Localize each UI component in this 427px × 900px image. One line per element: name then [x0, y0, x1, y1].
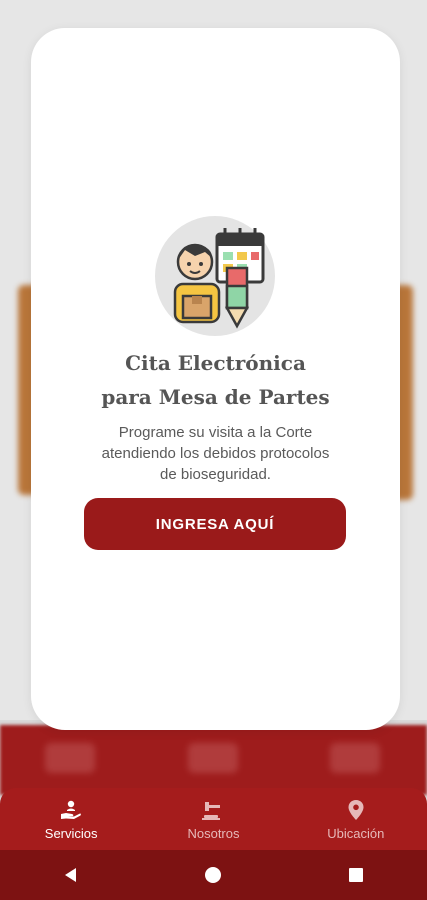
- background-nav-ghost: [0, 725, 427, 795]
- subtitle-line-2: atendiendo los debidos protocolos: [101, 445, 330, 462]
- recents-icon: [348, 868, 363, 882]
- home-icon: [205, 867, 222, 883]
- gavel-icon: [202, 801, 221, 820]
- nav-item-ubicacion[interactable]: Ubicación: [291, 798, 421, 841]
- recents-button[interactable]: [336, 855, 376, 895]
- system-navigation-bar: [0, 850, 427, 900]
- promo-modal: Cita Electrónica para Mesa de Partes Pro…: [31, 28, 400, 730]
- location-pin-icon: [348, 799, 364, 820]
- title-line-1: Cita Electrónica: [125, 351, 306, 375]
- nav-label-nosotros: Nosotros: [187, 825, 240, 841]
- ingresa-aqui-button[interactable]: INGRESA AQUÍ: [84, 498, 346, 550]
- bottom-navigation: Servicios Nosotros Ubicación: [0, 788, 427, 850]
- nav-label-ubicacion: Ubicación: [327, 825, 385, 841]
- nav-item-servicios[interactable]: Servicios: [6, 798, 136, 841]
- nav-label-servicios: Servicios: [44, 825, 98, 841]
- subtitle-line-3: de bioseguridad.: [160, 466, 271, 483]
- hand-person-icon: [61, 800, 82, 819]
- appointment-illustration-icon: [155, 216, 275, 336]
- subtitle-line-1: Programe su visita a la Corte: [118, 424, 313, 441]
- back-icon: [65, 868, 77, 882]
- title-line-2: para Mesa de Partes: [101, 385, 330, 409]
- back-button[interactable]: [51, 855, 91, 895]
- nav-item-nosotros[interactable]: Nosotros: [148, 798, 278, 841]
- modal-title: Cita Electrónica para Mesa de Partes: [31, 346, 400, 414]
- modal-subtitle: Programe su visita a la Corte atendiendo…: [71, 422, 360, 485]
- home-button[interactable]: [193, 855, 233, 895]
